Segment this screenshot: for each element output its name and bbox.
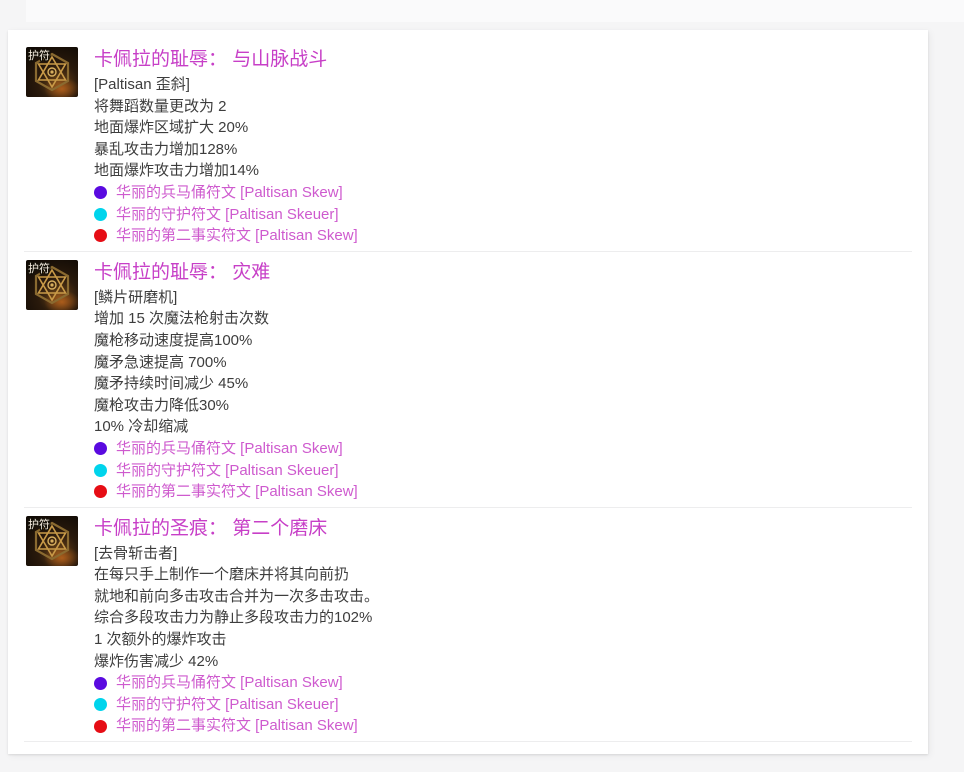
effect-line: 魔枪移动速度提高100% [94,330,912,352]
rune-link[interactable]: 华丽的兵马俑符文 [Paltisan Skew] [116,182,343,204]
rune-item[interactable]: 华丽的第二事实符文 [Paltisan Skew] [94,715,912,737]
rune-link[interactable]: 华丽的守护符文 [Paltisan Skeuer] [116,460,339,482]
talisman-card: 护符 卡佩拉的耻辱： 灾难 [鳞片研磨机] 增加 15 次魔法枪射击次数魔枪移动… [24,252,912,508]
talisman-icon-label: 护符 [28,517,50,531]
rune-list: 华丽的兵马俑符文 [Paltisan Skew]华丽的守护符文 [Paltisa… [94,182,912,247]
page-background: { "page": { "background": "#f5f5f6", "to… [0,0,964,772]
rune-dot-red [94,720,107,733]
effect-line: 爆炸伤害减少 42% [94,651,912,673]
card-title[interactable]: 卡佩拉的耻辱： 灾难 [94,259,912,287]
card-subtitle: [去骨斩击者] [94,543,912,565]
icon-center-dot [50,283,53,286]
rune-list: 华丽的兵马俑符文 [Paltisan Skew]华丽的守护符文 [Paltisa… [94,438,912,503]
rune-link[interactable]: 华丽的守护符文 [Paltisan Skeuer] [116,204,339,226]
rune-dot-red [94,485,107,498]
card-title[interactable]: 卡佩拉的圣痕： 第二个磨床 [94,515,912,543]
effect-line: 魔枪攻击力降低30% [94,395,912,417]
rune-item[interactable]: 华丽的守护符文 [Paltisan Skeuer] [94,694,912,716]
rune-dot-purple [94,186,107,199]
rune-item[interactable]: 华丽的兵马俑符文 [Paltisan Skew] [94,438,912,460]
rune-dot-cyan [94,464,107,477]
effect-line: 就地和前向多击攻击合并为一次多击攻击。 [94,586,912,608]
content-panel: 护符 卡佩拉的耻辱： 与山脉战斗 [Paltisan 歪斜] 将舞蹈数量更改为 … [8,30,928,754]
talisman-card: 护符 卡佩拉的耻辱： 与山脉战斗 [Paltisan 歪斜] 将舞蹈数量更改为 … [24,39,912,252]
icon-center-dot [50,70,53,73]
rune-item[interactable]: 华丽的守护符文 [Paltisan Skeuer] [94,204,912,226]
talisman-icon-label: 护符 [28,261,50,275]
rune-link[interactable]: 华丽的兵马俑符文 [Paltisan Skew] [116,438,343,460]
rune-item[interactable]: 华丽的兵马俑符文 [Paltisan Skew] [94,672,912,694]
talisman-card: 护符 卡佩拉的圣痕： 第二个磨床 [去骨斩击者] 在每只手上制作一个磨床并将其向… [24,508,912,742]
effect-lines: 将舞蹈数量更改为 2地面爆炸区域扩大 20%暴乱攻击力增加128%地面爆炸攻击力… [94,96,912,182]
effect-line: 魔矛持续时间减少 45% [94,373,912,395]
effect-line: 地面爆炸攻击力增加14% [94,160,912,182]
effect-line: 在每只手上制作一个磨床并将其向前扔 [94,564,912,586]
effect-line: 综合多段攻击力为静止多段攻击力的102% [94,607,912,629]
rune-link[interactable]: 华丽的第二事实符文 [Paltisan Skew] [116,715,358,737]
rune-list: 华丽的兵马俑符文 [Paltisan Skew]华丽的守护符文 [Paltisa… [94,672,912,737]
talisman-icon: 护符 [26,516,78,566]
rune-item[interactable]: 华丽的守护符文 [Paltisan Skeuer] [94,460,912,482]
rune-item[interactable]: 华丽的第二事实符文 [Paltisan Skew] [94,225,912,247]
rune-item[interactable]: 华丽的兵马俑符文 [Paltisan Skew] [94,182,912,204]
rune-item[interactable]: 华丽的第二事实符文 [Paltisan Skew] [94,481,912,503]
effect-line: 将舞蹈数量更改为 2 [94,96,912,118]
talisman-icon: 护符 [26,260,78,310]
icon-center-dot [50,539,53,542]
effect-line: 暴乱攻击力增加128% [94,139,912,161]
card-subtitle: [鳞片研磨机] [94,287,912,309]
rune-dot-purple [94,442,107,455]
talisman-icon: 护符 [26,47,78,97]
card-title[interactable]: 卡佩拉的耻辱： 与山脉战斗 [94,46,912,74]
rune-dot-red [94,229,107,242]
rune-dot-cyan [94,208,107,221]
rune-link[interactable]: 华丽的第二事实符文 [Paltisan Skew] [116,225,358,247]
effect-line: 地面爆炸区域扩大 20% [94,117,912,139]
effect-lines: 在每只手上制作一个磨床并将其向前扔就地和前向多击攻击合并为一次多击攻击。综合多段… [94,564,912,672]
talisman-icon-label: 护符 [28,48,50,62]
effect-line: 1 次额外的爆炸攻击 [94,629,912,651]
rune-link[interactable]: 华丽的守护符文 [Paltisan Skeuer] [116,694,339,716]
effect-line: 增加 15 次魔法枪射击次数 [94,308,912,330]
rune-link[interactable]: 华丽的兵马俑符文 [Paltisan Skew] [116,672,343,694]
rune-dot-purple [94,677,107,690]
top-strip [26,0,964,22]
effect-lines: 增加 15 次魔法枪射击次数魔枪移动速度提高100%魔矛急速提高 700%魔矛持… [94,308,912,438]
card-subtitle: [Paltisan 歪斜] [94,74,912,96]
rune-link[interactable]: 华丽的第二事实符文 [Paltisan Skew] [116,481,358,503]
rune-dot-cyan [94,698,107,711]
effect-line: 10% 冷却缩减 [94,416,912,438]
effect-line: 魔矛急速提高 700% [94,352,912,374]
